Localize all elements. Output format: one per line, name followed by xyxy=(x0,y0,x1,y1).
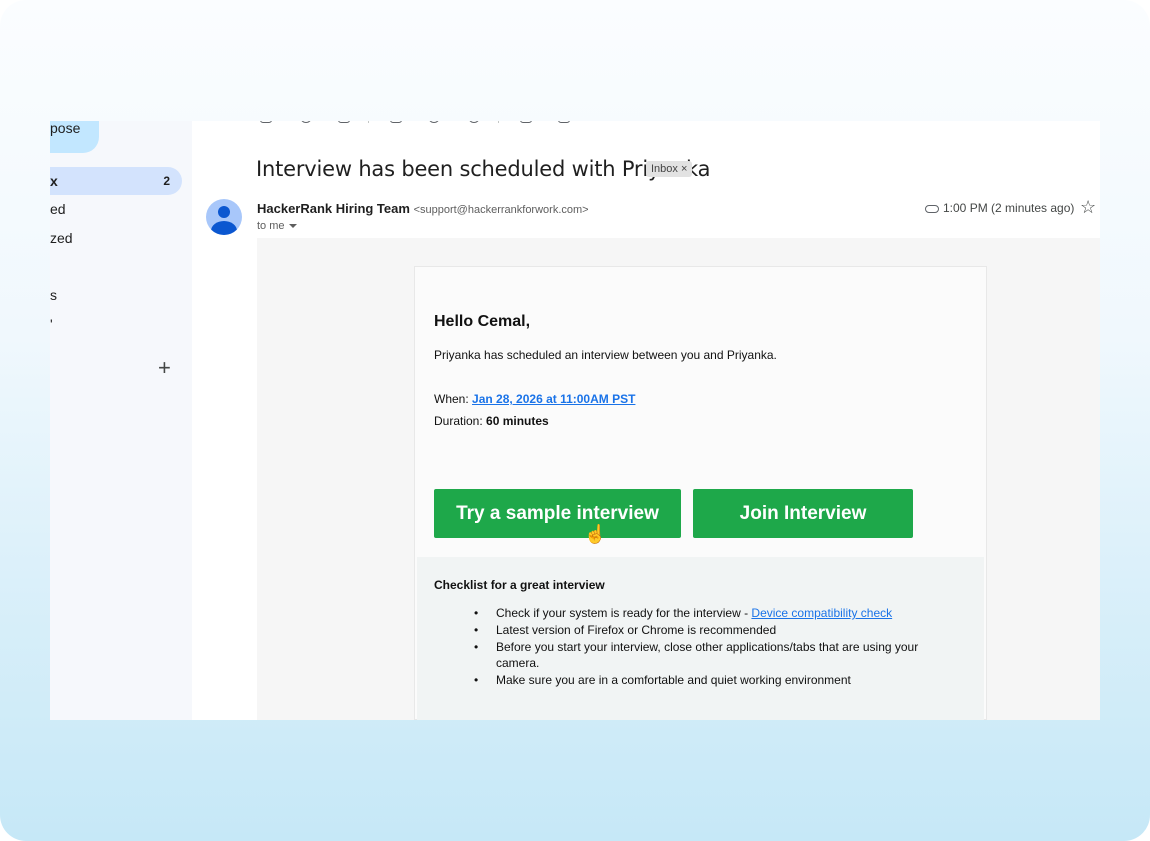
sidebar-item-inbox[interactable]: x 2 xyxy=(50,167,182,195)
sidebar-item-label: ' xyxy=(50,316,53,332)
sidebar: pose x 2 ed zed s ' + xyxy=(50,121,192,720)
sidebar-item-labels[interactable]: s xyxy=(50,281,182,309)
sidebar-item-label: ed xyxy=(50,201,66,217)
chevron-down-icon[interactable] xyxy=(288,224,297,229)
list-item: Make sure you are in a comfortable and q… xyxy=(474,672,944,688)
compose-label: pose xyxy=(50,121,81,136)
duration-value: 60 minutes xyxy=(486,414,549,428)
sender-email: <support@hackerrankforwork.com> xyxy=(413,204,589,216)
mark-unread-icon[interactable] xyxy=(390,121,402,123)
mail-window: pose x 2 ed zed s ' + Interview has been… xyxy=(50,121,1100,720)
when-label: When: xyxy=(434,392,473,406)
email-subject: Interview has been scheduled with Priyan… xyxy=(256,157,711,181)
sidebar-item-starred[interactable]: ed xyxy=(50,195,182,223)
recipient-details[interactable]: to me xyxy=(257,220,297,232)
sidebar-item-snoozed[interactable]: zed xyxy=(50,224,182,252)
email-view: Interview has been scheduled with Priyan… xyxy=(192,121,1100,720)
greeting: Hello Cemal, xyxy=(434,313,531,330)
delete-icon[interactable] xyxy=(338,121,350,123)
sidebar-item-more[interactable]: ' xyxy=(50,310,182,338)
sidebar-item-label: s xyxy=(50,287,57,303)
duration-label: Duration: xyxy=(434,414,487,428)
join-interview-button[interactable]: Join Interview xyxy=(693,489,913,538)
list-item: Before you start your interview, close o… xyxy=(474,639,944,671)
sender-name[interactable]: HackerRank Hiring Team xyxy=(257,201,410,216)
try-sample-interview-button[interactable]: Try a sample interview xyxy=(434,489,681,538)
checklist-text: Make sure you are in a comfortable and q… xyxy=(496,673,851,687)
sidebar-item-label: zed xyxy=(50,230,73,246)
checklist: Check if your system is ready for the in… xyxy=(474,605,944,689)
checklist-title: Checklist for a great interview xyxy=(434,578,605,592)
toolbar-divider xyxy=(368,121,369,123)
add-label-icon[interactable]: + xyxy=(158,357,171,379)
when-line: When: Jan 28, 2026 at 11:00AM PST xyxy=(434,392,635,406)
hand-cursor-icon: ☝ xyxy=(584,524,607,544)
avatar-head xyxy=(218,206,230,218)
list-item: Check if your system is ready for the in… xyxy=(474,605,944,621)
email-toolbar xyxy=(212,121,612,125)
sidebar-item-label: x xyxy=(50,173,58,189)
email-time-row: 1:00 PM (2 minutes ago) xyxy=(925,201,1074,215)
report-spam-icon[interactable] xyxy=(300,121,312,123)
checklist-text: Check if your system is ready for the in… xyxy=(496,606,752,620)
add-task-icon[interactable] xyxy=(468,121,480,123)
recipient-label: to me xyxy=(257,220,285,232)
checklist-text: Before you start your interview, close o… xyxy=(496,640,919,670)
star-icon[interactable]: ☆ xyxy=(1080,197,1096,218)
compose-button[interactable]: pose xyxy=(50,121,99,153)
message-card: Hello Cemal, Priyanka has scheduled an i… xyxy=(414,266,987,720)
avatar-body xyxy=(211,221,237,235)
label-icon[interactable] xyxy=(558,121,570,123)
checklist-text: Latest version of Firefox or Chrome is r… xyxy=(496,623,777,637)
intro-text: Priyanka has scheduled an interview betw… xyxy=(434,348,777,362)
archive-icon[interactable] xyxy=(260,121,272,123)
attachment-icon xyxy=(925,204,939,213)
device-check-link[interactable]: Device compatibility check xyxy=(751,606,892,620)
sender-line: HackerRank Hiring Team <support@hackerra… xyxy=(257,201,589,216)
inbox-label-chip[interactable]: Inbox × xyxy=(646,161,693,177)
unread-count: 2 xyxy=(163,174,170,188)
duration-line: Duration: 60 minutes xyxy=(434,414,549,428)
email-timestamp: 1:00 PM (2 minutes ago) xyxy=(943,201,1075,215)
move-to-icon[interactable] xyxy=(520,121,532,123)
snooze-icon[interactable] xyxy=(428,121,440,123)
interview-date-link[interactable]: Jan 28, 2026 at 11:00AM PST xyxy=(472,392,635,406)
sender-avatar[interactable] xyxy=(206,199,242,235)
toolbar-divider xyxy=(498,121,499,123)
list-item: Latest version of Firefox or Chrome is r… xyxy=(474,622,944,638)
